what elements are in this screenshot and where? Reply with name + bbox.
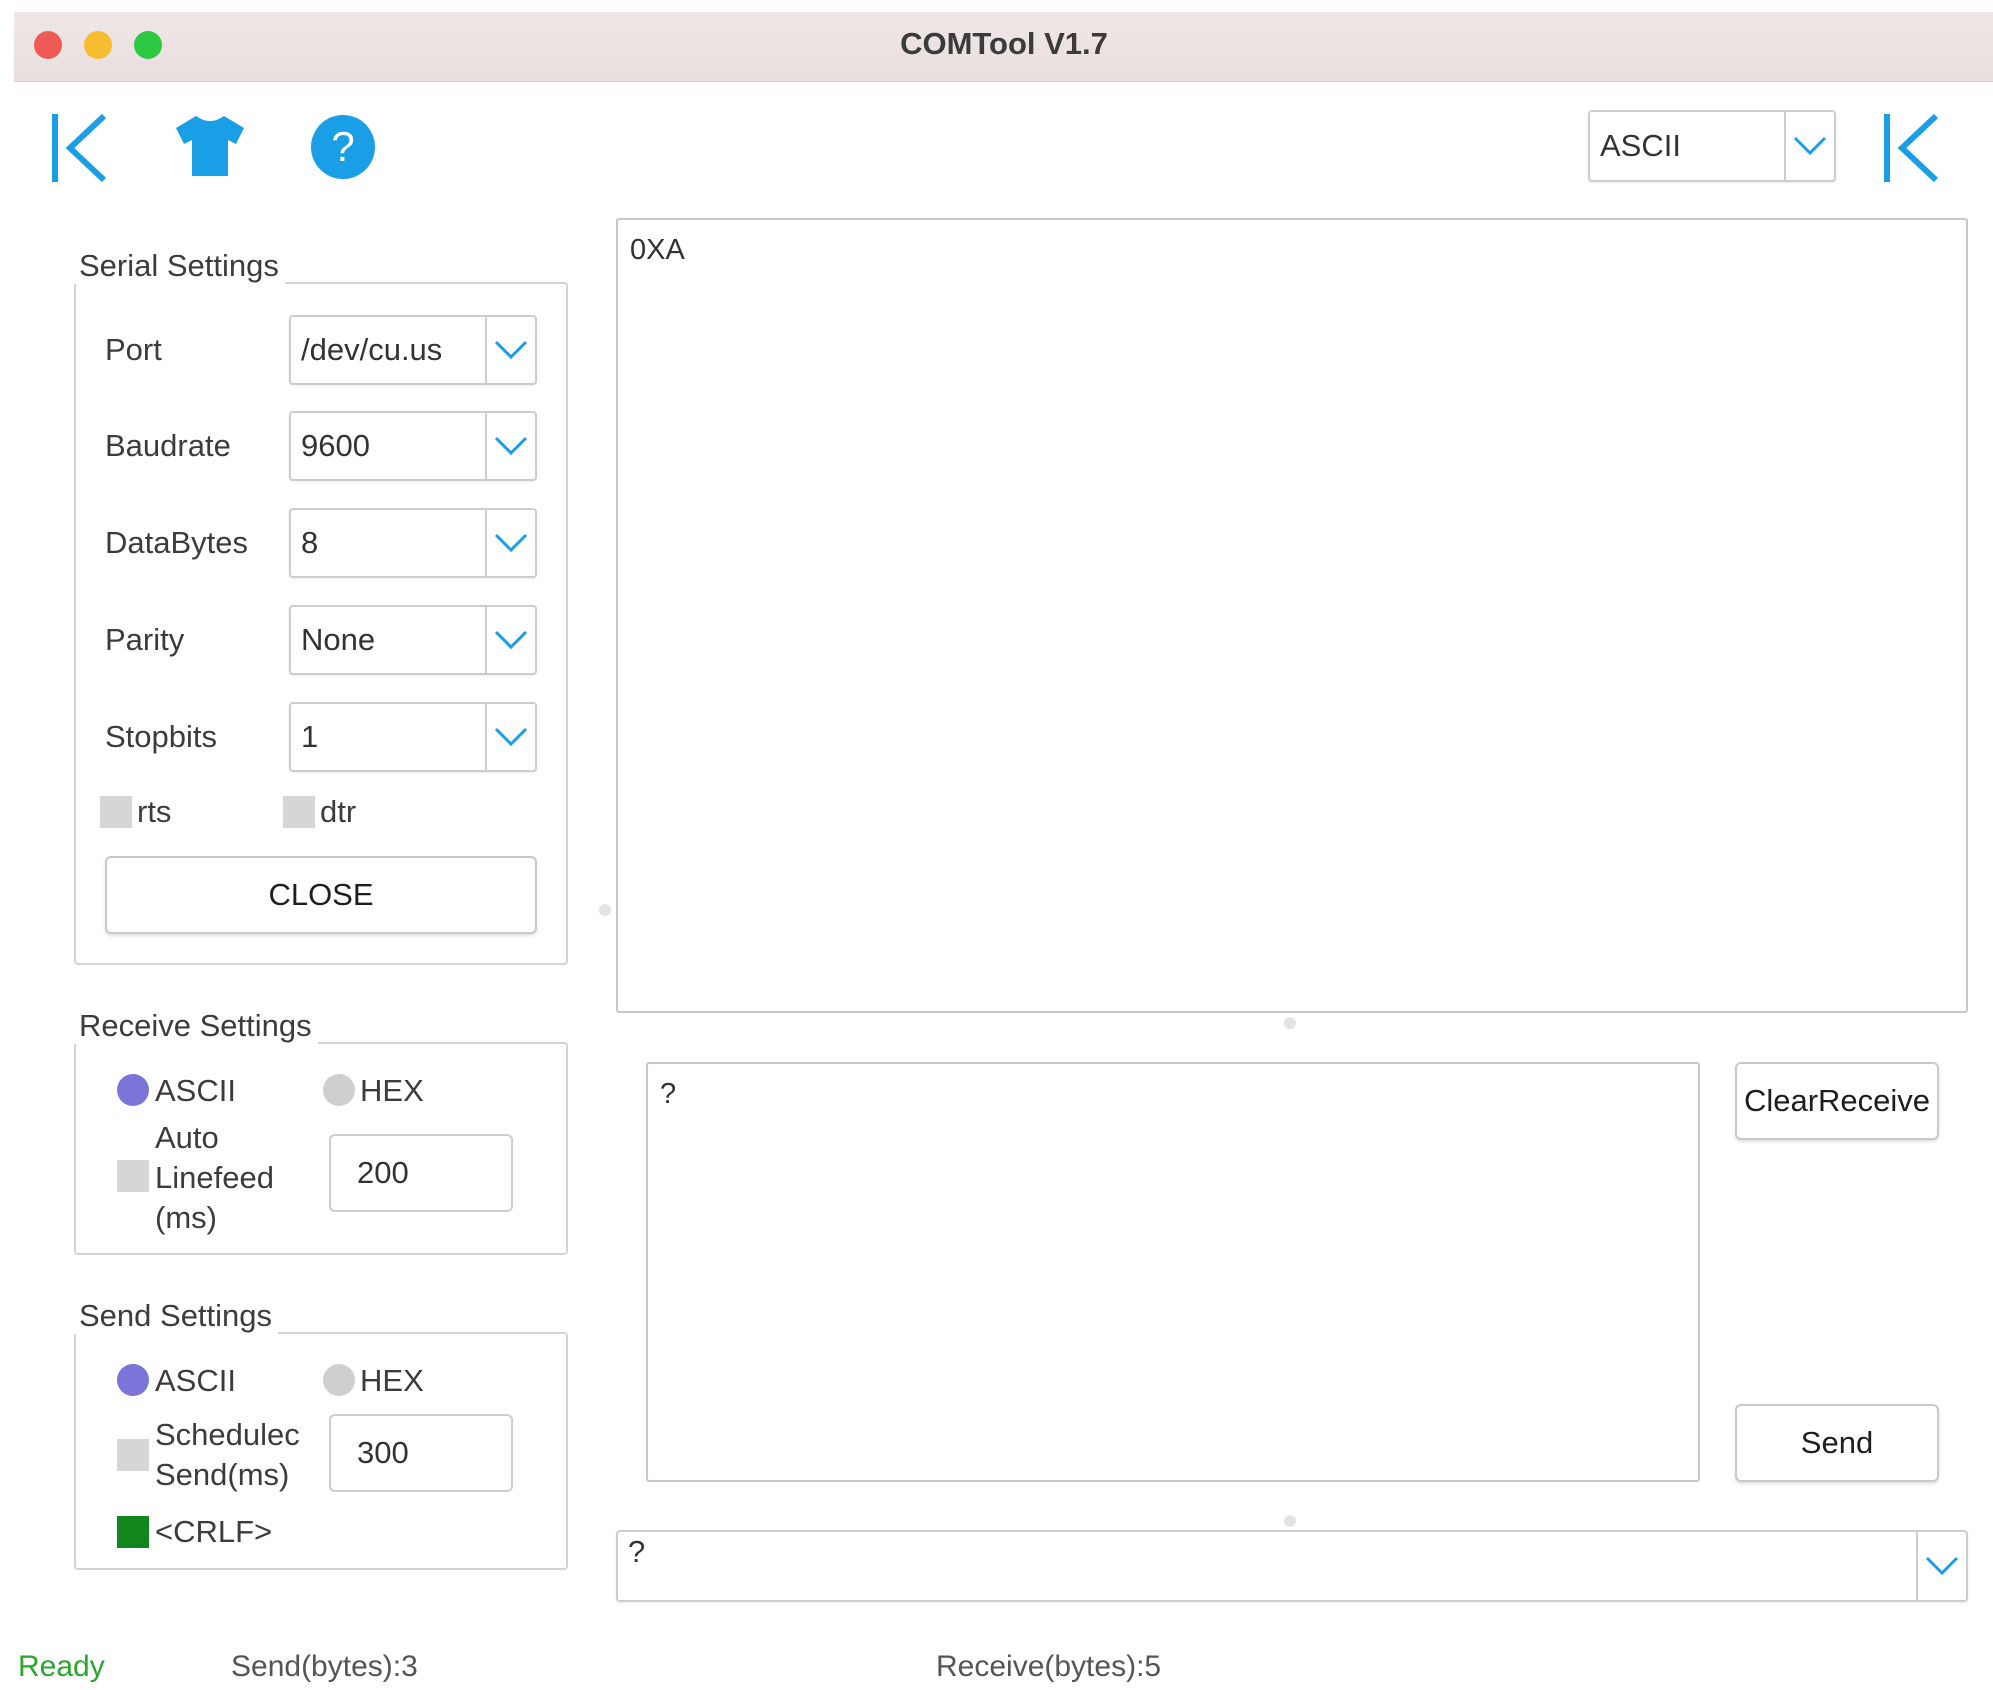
dtr-label: dtr [320, 794, 357, 829]
status-ready: Ready [18, 1650, 105, 1683]
port-select[interactable]: /dev/cu.us [289, 315, 537, 385]
receive-display-text: 0XA [630, 234, 685, 266]
svg-text:?: ? [331, 123, 354, 170]
crlf-checkbox[interactable] [117, 1516, 149, 1548]
databytes-label: DataBytes [105, 525, 249, 560]
send-history-value: ? [628, 1534, 646, 1569]
send-hex-radio[interactable] [323, 1364, 355, 1396]
receive-hex-label: HEX [360, 1073, 424, 1108]
auto-linefeed-label-1: Auto [155, 1120, 219, 1155]
stopbits-label: Stopbits [105, 719, 218, 754]
chevron-down-icon[interactable] [485, 413, 535, 479]
horizontal-splitter-handle-2[interactable] [1284, 1515, 1296, 1527]
stopbits-select[interactable]: 1 [289, 702, 537, 772]
auto-linefeed-ms-input[interactable]: 200 [329, 1134, 513, 1212]
collapse-right-icon[interactable] [1882, 110, 1942, 186]
chevron-down-icon[interactable] [485, 607, 535, 673]
collapse-left-icon[interactable] [50, 110, 110, 186]
send-settings-title: Send Settings [73, 1298, 279, 1334]
send-input[interactable]: ? [646, 1062, 1700, 1482]
databytes-value: 8 [301, 525, 319, 560]
parity-value: None [301, 622, 376, 657]
baudrate-value: 9600 [301, 428, 370, 463]
auto-linefeed-checkbox[interactable] [117, 1160, 149, 1192]
scheduled-send-ms-input[interactable]: 300 [329, 1414, 513, 1492]
close-port-button[interactable]: CLOSE [105, 856, 537, 934]
receive-hex-radio[interactable] [323, 1074, 355, 1106]
crlf-label: <CRLF> [155, 1514, 273, 1549]
encoding-select-value: ASCII [1600, 128, 1681, 163]
scheduled-send-label-2: Send(ms) [155, 1457, 290, 1492]
chevron-down-icon[interactable] [1916, 1532, 1966, 1600]
vertical-splitter-handle[interactable] [599, 904, 611, 916]
receive-ascii-label: ASCII [155, 1073, 236, 1108]
receive-settings-title: Receive Settings [73, 1008, 318, 1044]
status-sent-bytes: Send(bytes):3 [231, 1650, 418, 1683]
send-history-select[interactable]: ? [616, 1530, 1968, 1602]
chevron-down-icon[interactable] [485, 510, 535, 576]
chevron-down-icon[interactable] [1784, 112, 1834, 180]
status-received-bytes: Receive(bytes):5 [936, 1650, 1162, 1683]
receive-display[interactable]: 0XA [616, 218, 1968, 1013]
databytes-select[interactable]: 8 [289, 508, 537, 578]
chevron-down-icon[interactable] [485, 317, 535, 383]
parity-label: Parity [105, 622, 185, 657]
encoding-select[interactable]: ASCII [1588, 110, 1836, 182]
port-label: Port [105, 332, 162, 367]
parity-select[interactable]: None [289, 605, 537, 675]
help-icon[interactable]: ? [310, 114, 376, 180]
send-ascii-radio[interactable] [117, 1364, 149, 1396]
baudrate-label: Baudrate [105, 428, 231, 463]
scheduled-send-checkbox[interactable] [117, 1439, 149, 1471]
clear-receive-button[interactable]: ClearReceive [1735, 1062, 1939, 1140]
serial-settings-title: Serial Settings [73, 248, 285, 284]
send-hex-label: HEX [360, 1363, 424, 1398]
chevron-down-icon[interactable] [485, 704, 535, 770]
port-value: /dev/cu.us [301, 332, 443, 367]
rts-label: rts [137, 794, 172, 829]
send-ascii-label: ASCII [155, 1363, 236, 1398]
window-title: COMTool V1.7 [900, 26, 1108, 61]
send-button[interactable]: Send [1735, 1404, 1939, 1482]
scheduled-send-label-1: Schedulec [155, 1417, 300, 1452]
auto-linefeed-label-2: Linefeed [155, 1160, 274, 1195]
stopbits-value: 1 [301, 719, 319, 754]
dtr-checkbox[interactable] [283, 796, 315, 828]
tshirt-icon[interactable] [174, 114, 246, 178]
receive-ascii-radio[interactable] [117, 1074, 149, 1106]
horizontal-splitter-handle[interactable] [1284, 1017, 1296, 1029]
rts-checkbox[interactable] [100, 796, 132, 828]
baudrate-select[interactable]: 9600 [289, 411, 537, 481]
auto-linefeed-label-3: (ms) [155, 1200, 217, 1235]
send-input-text: ? [660, 1078, 677, 1110]
